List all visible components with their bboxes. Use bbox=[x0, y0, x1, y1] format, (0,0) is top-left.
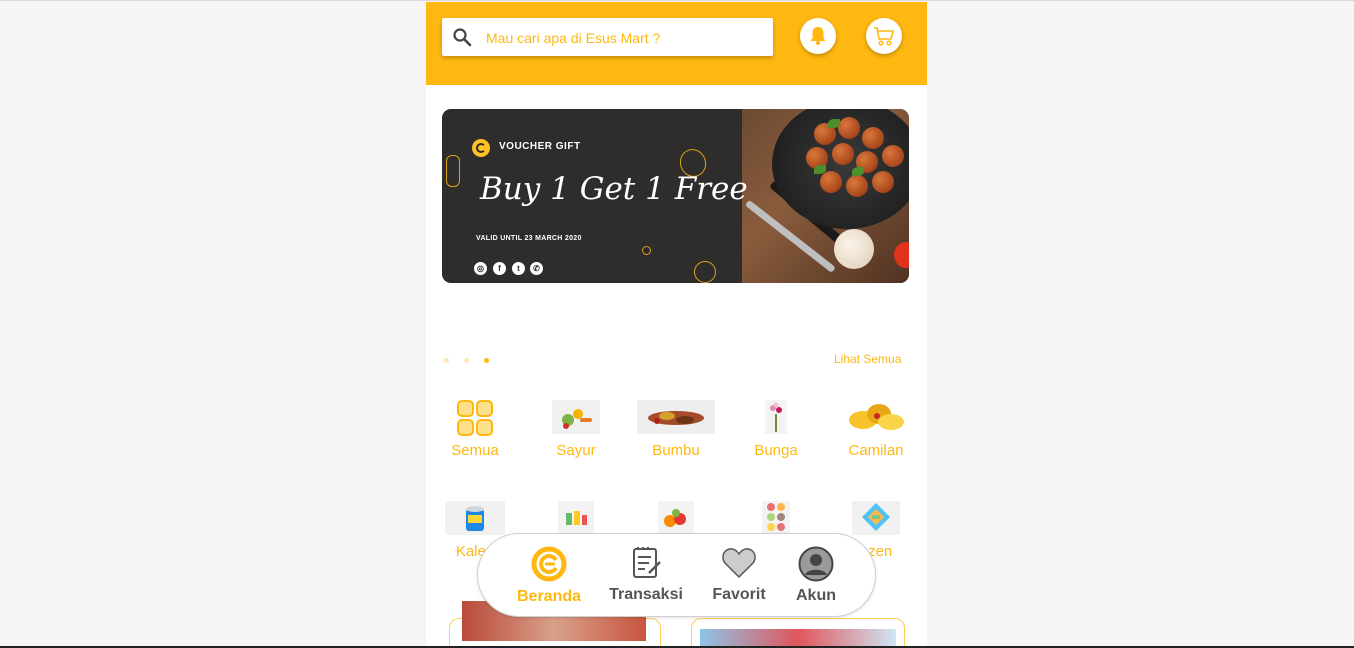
voucher-logo-icon bbox=[472, 139, 490, 157]
search-bar[interactable] bbox=[442, 18, 773, 58]
carousel-dot[interactable] bbox=[444, 358, 449, 363]
category-label: Bumbu bbox=[652, 442, 700, 459]
whatsapp-icon: ✆ bbox=[530, 262, 543, 275]
top-app-bar bbox=[426, 2, 927, 85]
nav-beranda[interactable]: Beranda bbox=[509, 546, 589, 606]
facebook-icon: f bbox=[493, 262, 506, 275]
category-label: Sayur bbox=[556, 442, 596, 459]
carousel-dot-active[interactable] bbox=[484, 358, 489, 363]
drinks-image bbox=[558, 501, 594, 535]
category-label: Camilan bbox=[848, 442, 904, 459]
cart-button[interactable] bbox=[866, 18, 902, 54]
instagram-icon: ◎ bbox=[474, 262, 487, 275]
nav-label: Transaksi bbox=[609, 586, 683, 603]
product-card[interactable] bbox=[449, 601, 661, 646]
window-top-border bbox=[0, 0, 1354, 1]
fruits-image bbox=[658, 501, 694, 535]
category-sayur[interactable]: Sayur bbox=[536, 398, 616, 459]
banner-title: Buy 1 Get 1 Free bbox=[480, 171, 748, 207]
category-label: Bunga bbox=[754, 442, 798, 459]
search-icon bbox=[452, 27, 472, 47]
flowers-image bbox=[765, 400, 787, 434]
category-label: Semua bbox=[451, 442, 499, 459]
spiral-doodle bbox=[642, 246, 651, 255]
twitter-icon: t bbox=[512, 262, 525, 275]
grid-icon bbox=[457, 400, 493, 436]
pepper-doodle bbox=[446, 155, 460, 187]
canned-food-image bbox=[445, 501, 505, 535]
spices-image bbox=[637, 400, 715, 434]
promo-banner[interactable]: VOUCHER GIFT Buy 1 Get 1 Free VALID UNTI… bbox=[442, 109, 909, 283]
category-camilan[interactable]: Camilan bbox=[836, 398, 916, 459]
nav-label: Favorit bbox=[712, 586, 766, 603]
carousel-dot[interactable] bbox=[464, 358, 469, 363]
nav-transaksi[interactable]: Transaksi bbox=[606, 546, 686, 604]
nav-favorit[interactable]: Favorit bbox=[699, 546, 779, 604]
product-image bbox=[700, 629, 896, 646]
clipboard-icon bbox=[629, 547, 663, 584]
product-card[interactable] bbox=[691, 618, 905, 646]
nav-akun[interactable]: Akun bbox=[776, 546, 856, 605]
snacks-image bbox=[845, 400, 907, 434]
vegetables-image bbox=[552, 400, 600, 434]
nav-label: Beranda bbox=[516, 588, 582, 605]
category-semua[interactable]: Semua bbox=[435, 398, 515, 459]
nav-label: Akun bbox=[796, 587, 836, 604]
voucher-label: VOUCHER GIFT bbox=[499, 141, 581, 152]
category-bunga[interactable]: Bunga bbox=[736, 398, 816, 459]
garlic-image bbox=[834, 229, 874, 269]
heart-icon bbox=[721, 548, 757, 584]
search-input[interactable] bbox=[484, 18, 768, 58]
see-all-link[interactable]: Lihat Semua bbox=[834, 352, 901, 366]
category-bumbu[interactable]: Bumbu bbox=[636, 398, 716, 459]
ready-meals-image bbox=[762, 501, 790, 535]
home-logo-icon bbox=[531, 546, 567, 586]
tomato-doodle bbox=[694, 261, 716, 283]
user-icon bbox=[798, 546, 834, 586]
frozen-food-image bbox=[852, 501, 900, 535]
banner-valid-until: VALID UNTIL 23 MARCH 2020 bbox=[476, 235, 582, 242]
notification-button[interactable] bbox=[800, 18, 836, 54]
bottom-navigation: Beranda Transaksi Favorit Akun bbox=[477, 533, 876, 617]
